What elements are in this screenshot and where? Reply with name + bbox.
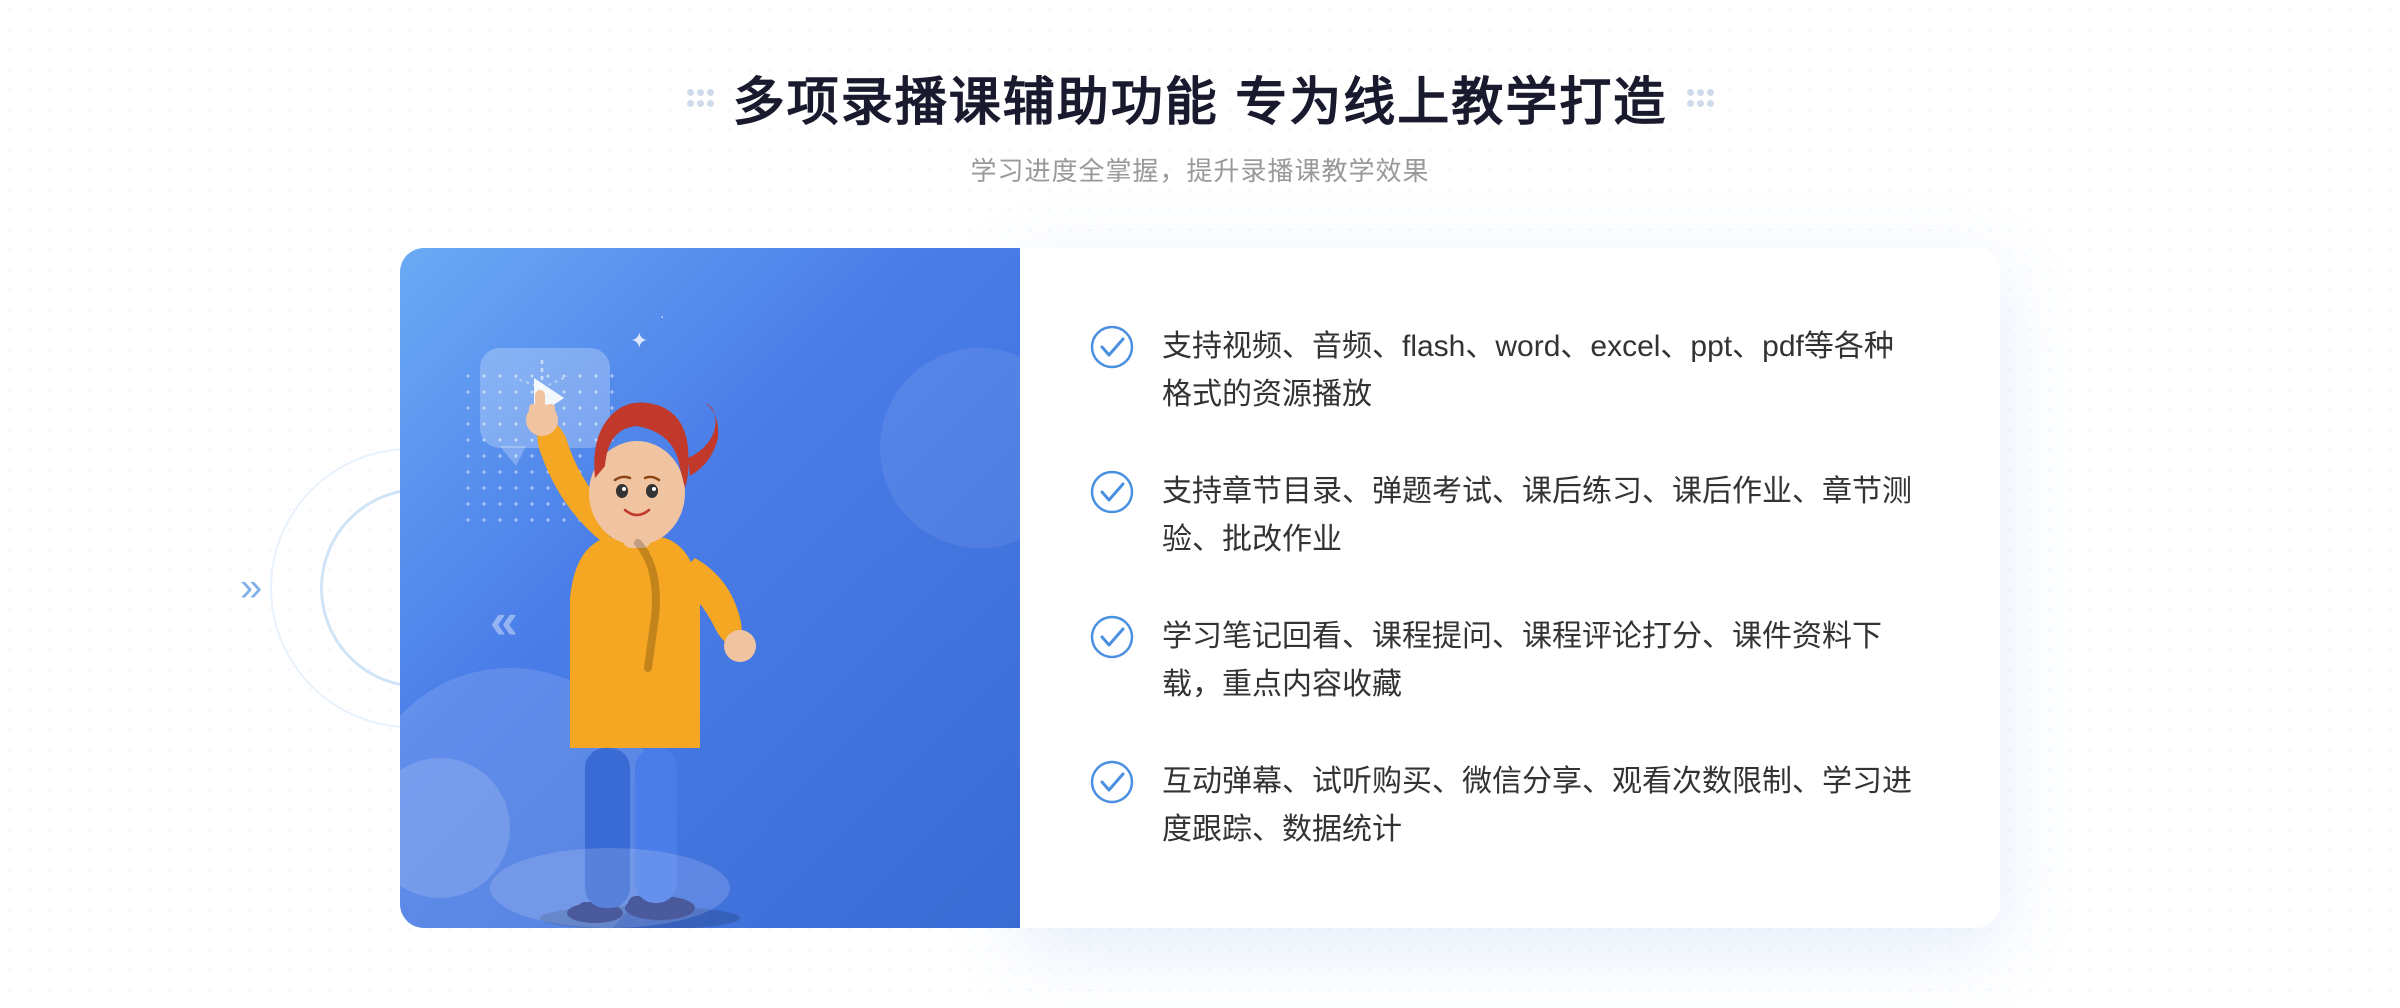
content-panel: 支持视频、音频、flash、word、excel、ppt、pdf等各种格式的资源…: [1020, 248, 2000, 928]
check-icon-4: [1090, 760, 1134, 804]
feature-item-2: 支持章节目录、弹题考试、课后练习、课后作业、章节测验、批改作业: [1090, 448, 1920, 584]
check-icon-3: [1090, 615, 1134, 659]
check-icon-1: [1090, 325, 1134, 369]
svg-text:«: «: [490, 593, 518, 649]
feature-text-4: 互动弹幕、试听购买、微信分享、观看次数限制、学习进度跟踪、数据统计: [1162, 758, 1920, 854]
illus-circle-medium: [880, 348, 1020, 548]
person-illustration: «: [460, 328, 820, 928]
page-title: 多项录播课辅助功能 专为线上教学打造: [733, 60, 1667, 135]
feature-text-3: 学习笔记回看、课程提问、课程评论打分、课件资料下载，重点内容收藏: [1162, 613, 1920, 709]
feature-item-4: 互动弹幕、试听购买、微信分享、观看次数限制、学习进度跟踪、数据统计: [1090, 738, 1920, 874]
feature-item-1: 支持视频、音频、flash、word、excel、ppt、pdf等各种格式的资源…: [1090, 303, 1920, 439]
header-section: 多项录播课辅助功能 专为线上教学打造 学习进度全掌握，提升录播课教学效果: [687, 60, 1713, 188]
content-section: » ✦ ·: [400, 248, 2000, 928]
page-container: 多项录播课辅助功能 专为线上教学打造 学习进度全掌握，提升录播课教学效果 »: [0, 0, 2400, 1008]
sparkle-icon-2: ·: [660, 308, 665, 324]
illustration-panel: ✦ ·: [400, 248, 1020, 928]
left-arrow-icon: »: [240, 566, 262, 611]
check-icon-2: [1090, 470, 1134, 514]
left-title-decoration: [687, 89, 713, 107]
feature-text-2: 支持章节目录、弹题考试、课后练习、课后作业、章节测验、批改作业: [1162, 468, 1920, 564]
feature-item-3: 学习笔记回看、课程提问、课程评论打分、课件资料下载，重点内容收藏: [1090, 593, 1920, 729]
title-row: 多项录播课辅助功能 专为线上教学打造: [687, 60, 1713, 135]
page-subtitle: 学习进度全掌握，提升录播课教学效果: [687, 151, 1713, 188]
right-title-decoration: [1687, 89, 1713, 107]
feature-text-1: 支持视频、音频、flash、word、excel、ppt、pdf等各种格式的资源…: [1162, 323, 1920, 419]
